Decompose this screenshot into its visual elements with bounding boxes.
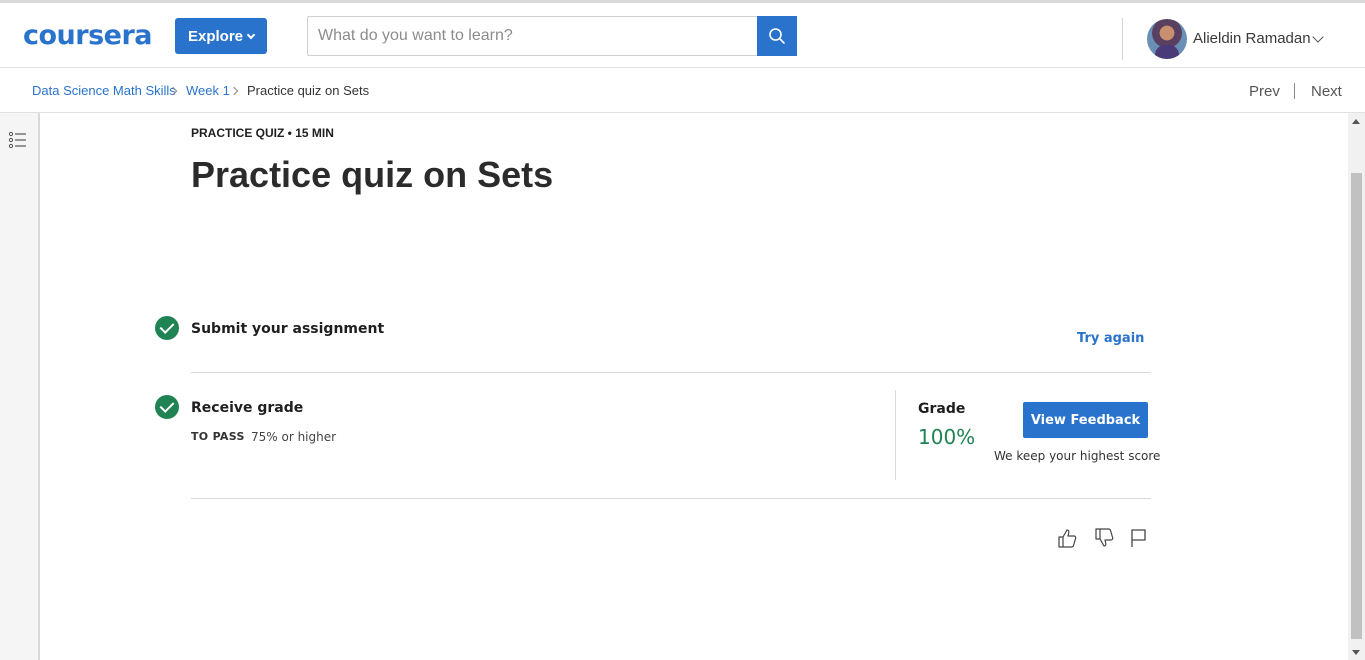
header-divider	[1122, 18, 1123, 60]
explore-button-label: Explore	[187, 27, 244, 45]
explore-button[interactable]: Explore	[175, 18, 267, 54]
check-circle-icon	[155, 316, 179, 340]
scroll-down-icon[interactable]	[1352, 650, 1360, 655]
prev-link[interactable]: Prev	[1249, 83, 1280, 100]
breadcrumb: Data Science Math Skills Week 1 Practice…	[0, 68, 1365, 113]
top-navigation-bar: coursera Explore Alieldin Ramadan	[0, 0, 1365, 68]
search-box	[307, 16, 797, 56]
grade-value: 100%	[918, 425, 976, 449]
divider	[191, 372, 1151, 373]
page-title: Practice quiz on Sets	[191, 154, 554, 195]
thumbs-up-icon[interactable]	[1056, 527, 1078, 549]
thumbs-down-icon[interactable]	[1093, 527, 1115, 549]
pass-threshold: 75% or higher	[251, 430, 337, 444]
breadcrumb-course[interactable]: Data Science Math Skills	[32, 83, 176, 98]
scrollbar[interactable]	[1348, 113, 1365, 660]
next-link[interactable]: Next	[1311, 83, 1342, 100]
breadcrumb-week[interactable]: Week 1	[186, 83, 230, 98]
breadcrumb-current: Practice quiz on Sets	[247, 83, 370, 98]
chevron-down-icon[interactable]	[1312, 31, 1324, 43]
grade-label: Grade	[918, 401, 966, 417]
user-name[interactable]: Alieldin Ramadan	[1193, 30, 1311, 47]
scroll-up-icon[interactable]	[1352, 119, 1360, 124]
check-circle-icon	[155, 395, 179, 419]
coursera-logo[interactable]: coursera	[23, 20, 153, 51]
search-icon	[769, 28, 785, 44]
avatar[interactable]	[1147, 19, 1187, 59]
view-feedback-button[interactable]: View Feedback	[1023, 402, 1148, 438]
chevron-down-icon	[246, 30, 256, 39]
flag-icon[interactable]	[1128, 527, 1150, 549]
quiz-meta: PRACTICE QUIZ • 15 MIN	[191, 126, 334, 140]
search-input[interactable]	[308, 17, 758, 55]
pass-label: TO PASS	[191, 430, 245, 443]
scroll-thumb[interactable]	[1351, 173, 1362, 639]
table-of-contents-icon[interactable]	[8, 130, 28, 150]
prev-next-divider	[1294, 83, 1295, 99]
left-rail	[0, 113, 40, 660]
try-again-link[interactable]: Try again	[1077, 331, 1144, 346]
submit-step-title: Submit your assignment	[191, 321, 385, 337]
receive-step-title: Receive grade	[191, 400, 304, 416]
chevron-right-icon	[229, 86, 239, 96]
highest-score-note: We keep your highest score	[994, 449, 1161, 463]
divider	[191, 498, 1151, 499]
grade-divider	[895, 390, 896, 480]
search-button[interactable]	[757, 16, 797, 56]
